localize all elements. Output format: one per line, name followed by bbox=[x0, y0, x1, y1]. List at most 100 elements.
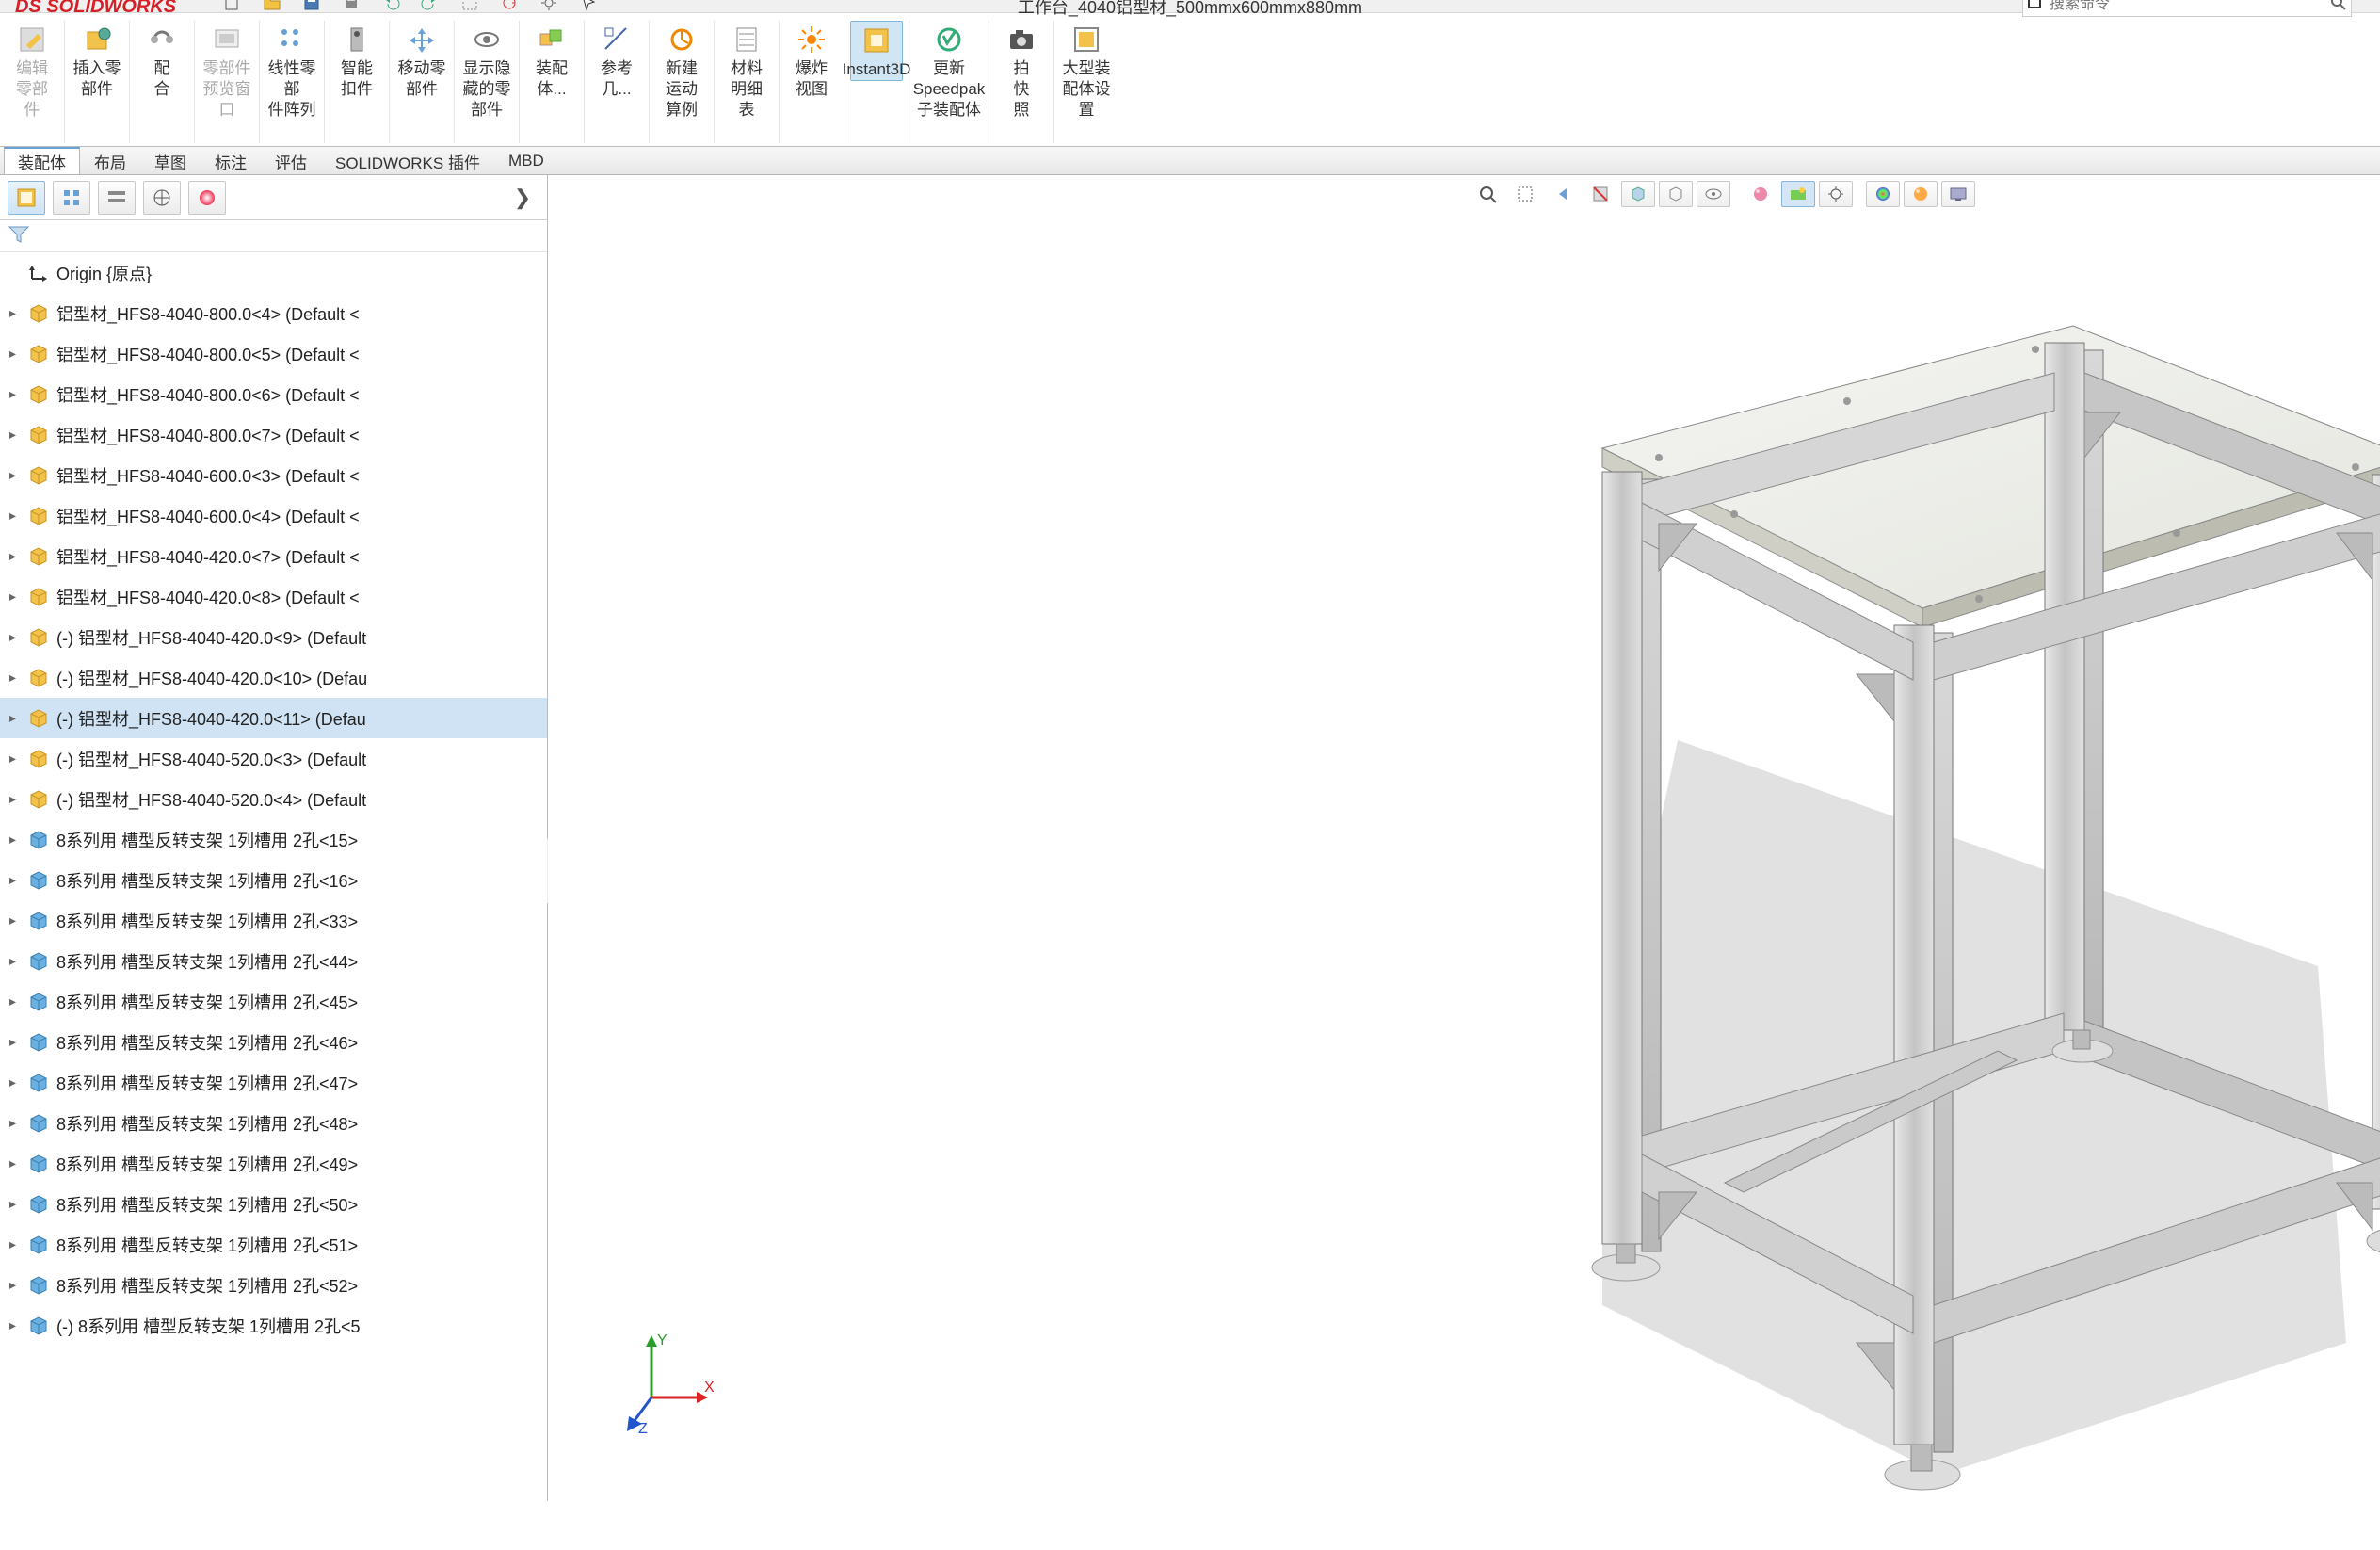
tree-node[interactable]: ▸(-) 铝型材_HFS8-4040-520.0<3> (Default bbox=[0, 738, 547, 779]
tree-node[interactable]: ▸铝型材_HFS8-4040-800.0<6> (Default < bbox=[0, 374, 547, 414]
ribbon-mate[interactable]: 配 合 bbox=[136, 21, 188, 100]
tree-node[interactable]: ▸8系列用 槽型反转支架 1列槽用 2孔<15> bbox=[0, 819, 547, 860]
expander-icon[interactable]: ▸ bbox=[9, 1277, 26, 1293]
expander-icon[interactable]: ▸ bbox=[9, 710, 26, 726]
tab-2[interactable]: 草图 bbox=[140, 147, 201, 174]
expander-icon[interactable]: ▸ bbox=[9, 953, 26, 969]
expander-icon[interactable]: ▸ bbox=[9, 386, 26, 402]
feature-tree[interactable]: Origin {原点}▸铝型材_HFS8-4040-800.0<4> (Defa… bbox=[0, 252, 547, 1501]
ribbon-move[interactable]: 移动零 部件 bbox=[395, 21, 448, 100]
ribbon-asm[interactable]: 装配 体... bbox=[525, 21, 578, 100]
tree-node[interactable]: ▸(-) 铝型材_HFS8-4040-420.0<11> (Defau bbox=[0, 698, 547, 738]
qat-cursor[interactable] bbox=[572, 0, 604, 12]
ribbon-speedpak[interactable]: 更新 Speedpak 子装配体 bbox=[915, 21, 983, 121]
tree-node[interactable]: ▸铝型材_HFS8-4040-800.0<7> (Default < bbox=[0, 414, 547, 455]
tree-node[interactable]: ▸8系列用 槽型反转支架 1列槽用 2孔<45> bbox=[0, 981, 547, 1022]
hud-prev-view[interactable] bbox=[1546, 181, 1580, 207]
tab-5[interactable]: SOLIDWORKS 插件 bbox=[321, 147, 494, 174]
expander-icon[interactable]: ▸ bbox=[9, 670, 26, 686]
tree-node[interactable]: ▸(-) 铝型材_HFS8-4040-420.0<10> (Defau bbox=[0, 657, 547, 698]
tree-node[interactable]: ▸铝型材_HFS8-4040-800.0<4> (Default < bbox=[0, 293, 547, 333]
ribbon-pattern[interactable]: 线性零部 件阵列 bbox=[265, 21, 318, 121]
panel-flyout[interactable]: ❯ bbox=[506, 186, 539, 210]
qat-save[interactable] bbox=[296, 0, 328, 12]
expander-icon[interactable]: ▸ bbox=[9, 1115, 26, 1131]
tree-node[interactable]: ▸8系列用 槽型反转支架 1列槽用 2孔<48> bbox=[0, 1103, 547, 1143]
expander-icon[interactable]: ▸ bbox=[9, 1196, 26, 1212]
tree-node[interactable]: ▸8系列用 槽型反转支架 1列槽用 2孔<47> bbox=[0, 1062, 547, 1103]
expander-icon[interactable]: ▸ bbox=[9, 1155, 26, 1171]
tab-1[interactable]: 布局 bbox=[80, 147, 140, 174]
qat-select[interactable] bbox=[454, 0, 486, 12]
ribbon-preview[interactable]: 零部件 预览窗 口 bbox=[201, 21, 253, 121]
tab-6[interactable]: MBD bbox=[494, 147, 558, 174]
hud-section[interactable] bbox=[1584, 181, 1617, 207]
ribbon-motion[interactable]: 新建 运动 算例 bbox=[655, 21, 708, 121]
tab-4[interactable]: 评估 bbox=[261, 147, 321, 174]
tree-node[interactable]: ▸铝型材_HFS8-4040-800.0<5> (Default < bbox=[0, 333, 547, 374]
expander-icon[interactable]: ▸ bbox=[9, 791, 26, 807]
expander-icon[interactable]: ▸ bbox=[9, 548, 26, 564]
ribbon-showhide[interactable]: 显示隐 藏的零 部件 bbox=[460, 21, 513, 121]
feature-tree-tab[interactable] bbox=[8, 181, 45, 215]
tree-node[interactable]: Origin {原点} bbox=[0, 252, 547, 293]
tree-node[interactable]: ▸8系列用 槽型反转支架 1列槽用 2孔<44> bbox=[0, 941, 547, 981]
tree-node[interactable]: ▸8系列用 槽型反转支架 1列槽用 2孔<52> bbox=[0, 1265, 547, 1305]
expander-icon[interactable]: ▸ bbox=[9, 993, 26, 1009]
qat-open[interactable] bbox=[256, 0, 288, 12]
tree-node[interactable]: ▸8系列用 槽型反转支架 1列槽用 2孔<51> bbox=[0, 1224, 547, 1265]
expander-icon[interactable]: ▸ bbox=[9, 467, 26, 483]
qat-redo[interactable] bbox=[414, 0, 446, 12]
tree-node[interactable]: ▸(-) 铝型材_HFS8-4040-520.0<4> (Default bbox=[0, 779, 547, 819]
expander-icon[interactable]: ▸ bbox=[9, 912, 26, 928]
expander-icon[interactable]: ▸ bbox=[9, 305, 26, 321]
ribbon-large[interactable]: 大型装 配体设 置 bbox=[1060, 21, 1113, 121]
ribbon-explode[interactable]: 爆炸 视图 bbox=[785, 21, 838, 100]
expander-icon[interactable]: ▸ bbox=[9, 751, 26, 767]
hud-display-style[interactable] bbox=[1659, 181, 1693, 207]
tree-node[interactable]: ▸(-) 8系列用 槽型反转支架 1列槽用 2孔<5 bbox=[0, 1305, 547, 1346]
hud-view-orient[interactable] bbox=[1621, 181, 1655, 207]
tree-node[interactable]: ▸(-) 铝型材_HFS8-4040-420.0<9> (Default bbox=[0, 617, 547, 657]
tab-0[interactable]: 装配体 bbox=[4, 147, 80, 174]
property-tab[interactable] bbox=[53, 181, 90, 215]
dim-tab[interactable] bbox=[143, 181, 181, 215]
expander-icon[interactable]: ▸ bbox=[9, 589, 26, 605]
tree-node[interactable]: ▸铝型材_HFS8-4040-420.0<8> (Default < bbox=[0, 576, 547, 617]
qat-print[interactable] bbox=[335, 0, 367, 12]
expander-icon[interactable]: ▸ bbox=[9, 1317, 26, 1333]
expander-icon[interactable]: ▸ bbox=[9, 346, 26, 362]
tree-node[interactable]: ▸铝型材_HFS8-4040-600.0<4> (Default < bbox=[0, 495, 547, 536]
qat-rebuild[interactable] bbox=[493, 0, 525, 12]
tree-node[interactable]: ▸铝型材_HFS8-4040-600.0<3> (Default < bbox=[0, 455, 547, 495]
qat-new[interactable] bbox=[217, 0, 249, 12]
tree-node[interactable]: ▸8系列用 槽型反转支架 1列槽用 2孔<49> bbox=[0, 1143, 547, 1184]
hud-zoom-fit[interactable] bbox=[1471, 181, 1504, 207]
filter-icon[interactable] bbox=[8, 225, 34, 248]
display-tab[interactable] bbox=[188, 181, 226, 215]
tree-node[interactable]: ▸8系列用 槽型反转支架 1列槽用 2孔<16> bbox=[0, 860, 547, 900]
command-search[interactable] bbox=[2022, 0, 2352, 17]
graphics-viewport[interactable]: Y X Z bbox=[548, 175, 2380, 1501]
tree-node[interactable]: ▸铝型材_HFS8-4040-420.0<7> (Default < bbox=[0, 536, 547, 576]
hud-zoom-area[interactable] bbox=[1508, 181, 1542, 207]
ribbon-i3d[interactable]: Instant3D bbox=[850, 21, 903, 81]
hud-render2[interactable] bbox=[1904, 181, 1938, 207]
qat-options[interactable] bbox=[533, 0, 565, 12]
hud-screen[interactable] bbox=[1941, 181, 1975, 207]
search-icon[interactable] bbox=[2330, 0, 2347, 16]
ribbon-snap[interactable]: 拍 快 照 bbox=[995, 21, 1048, 121]
ribbon-edit[interactable]: 编辑 零部 件 bbox=[6, 21, 58, 121]
expander-icon[interactable]: ▸ bbox=[9, 629, 26, 645]
ribbon-smart[interactable]: 智能 扣件 bbox=[330, 21, 383, 100]
ribbon-insert[interactable]: 插入零 部件 bbox=[71, 21, 123, 100]
hud-view-settings[interactable] bbox=[1819, 181, 1853, 207]
ribbon-ref[interactable]: 参考 几... bbox=[590, 21, 643, 100]
expander-icon[interactable]: ▸ bbox=[9, 508, 26, 524]
tree-node[interactable]: ▸8系列用 槽型反转支架 1列槽用 2孔<46> bbox=[0, 1022, 547, 1062]
search-input[interactable] bbox=[2050, 0, 2330, 13]
config-tab[interactable] bbox=[98, 181, 136, 215]
expander-icon[interactable]: ▸ bbox=[9, 1034, 26, 1050]
tab-3[interactable]: 标注 bbox=[201, 147, 261, 174]
hud-hide-show[interactable] bbox=[1697, 181, 1730, 207]
